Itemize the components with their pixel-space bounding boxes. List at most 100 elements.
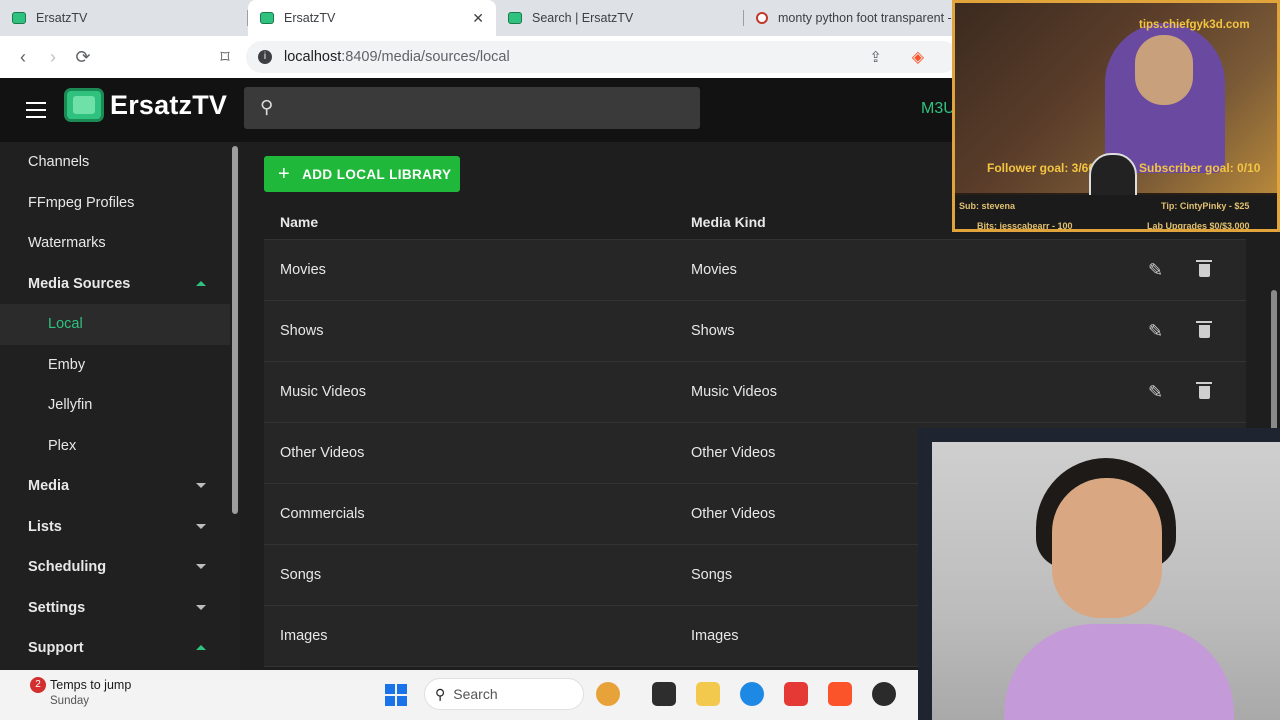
table-row[interactable]: Shows Shows ✎ bbox=[264, 301, 1246, 362]
ticker-bits: Bits: jesscabearr - 100 bbox=[977, 221, 1073, 231]
sidebar-item-emby[interactable]: Emby bbox=[0, 345, 240, 386]
windows-start-icon[interactable] bbox=[385, 684, 407, 706]
main-scrollbar[interactable] bbox=[1271, 290, 1277, 432]
site-info-icon[interactable]: i bbox=[258, 50, 272, 64]
streamer-head bbox=[1135, 35, 1193, 105]
sidebar-item-label: Plex bbox=[48, 437, 77, 454]
delete-icon[interactable] bbox=[1196, 260, 1212, 277]
taskbar-search-label: Search bbox=[453, 686, 498, 702]
tv-logo-icon bbox=[64, 88, 104, 122]
table-row[interactable]: Movies Movies ✎ bbox=[264, 240, 1246, 301]
sidebar-item-label: Emby bbox=[48, 356, 86, 373]
ersatztv-favicon-icon bbox=[508, 12, 522, 24]
ticker-tip: Tip: CintyPinky - $25 bbox=[1161, 201, 1250, 211]
weather-headline[interactable]: Temps to jump bbox=[50, 678, 131, 692]
row-name: Commercials bbox=[280, 506, 365, 522]
task-view-icon[interactable] bbox=[652, 682, 676, 706]
share-icon[interactable]: ⇪ bbox=[869, 48, 882, 66]
sidebar-item-label: Lists bbox=[28, 518, 62, 535]
forward-icon[interactable]: › bbox=[38, 47, 68, 68]
sidebar-item-ffmpeg-profiles[interactable]: FFmpeg Profiles bbox=[0, 183, 240, 224]
sidebar-item-watermarks[interactable]: Watermarks bbox=[0, 223, 240, 264]
ticker-lab: Lab Upgrades $0/$3,000 bbox=[1147, 221, 1250, 231]
subscriber-goal: Subscriber goal: 0/10 bbox=[1139, 161, 1261, 175]
chevron-down-icon bbox=[196, 523, 206, 529]
sidebar-item-label: Channels bbox=[28, 154, 90, 171]
search-favicon-icon bbox=[756, 12, 768, 24]
obs-studio-icon[interactable] bbox=[872, 682, 896, 706]
file-explorer-icon[interactable] bbox=[696, 682, 720, 706]
back-icon[interactable]: ‹ bbox=[8, 47, 38, 68]
address-bar[interactable]: i localhost:8409/media/sources/local ⇪ ◈ bbox=[246, 41, 958, 73]
sidebar-item-local[interactable]: Local bbox=[0, 304, 230, 345]
sidebar-item-label: Scheduling bbox=[28, 559, 107, 576]
delete-icon[interactable] bbox=[1196, 321, 1212, 338]
app-logo[interactable]: ErsatzTV bbox=[64, 88, 227, 122]
windows-taskbar: 2 Temps to jump Sunday ⚲ Search bbox=[0, 670, 918, 720]
sidebar-item-settings[interactable]: Settings bbox=[0, 588, 240, 629]
follower-goal: Follower goal: 3/60 bbox=[987, 161, 1096, 175]
column-header-name[interactable]: Name bbox=[264, 214, 691, 230]
sidebar-item-label: Settings bbox=[28, 599, 86, 616]
plus-icon: + bbox=[278, 162, 291, 185]
row-name: Music Videos bbox=[280, 384, 366, 400]
sidebar-item-scheduling[interactable]: Scheduling bbox=[0, 547, 240, 588]
sidebar-item-channels[interactable]: Channels bbox=[0, 142, 240, 183]
url-path: :8409/media/sources/local bbox=[341, 49, 510, 65]
chevron-down-icon bbox=[196, 564, 206, 569]
edit-icon[interactable]: ✎ bbox=[1148, 382, 1163, 403]
sidebar-item-label: Media bbox=[28, 478, 70, 495]
sidebar-item-label: FFmpeg Profiles bbox=[28, 194, 135, 211]
table-row[interactable]: Music Videos Music Videos ✎ bbox=[264, 362, 1246, 423]
notification-badge: 2 bbox=[30, 677, 46, 693]
sidebar-item-label: Support bbox=[28, 640, 84, 657]
search-icon: ⚲ bbox=[260, 97, 274, 117]
chevron-down-icon bbox=[196, 483, 206, 488]
sidebar-item-media-sources[interactable]: Media Sources bbox=[0, 264, 240, 305]
brave-browser-icon[interactable] bbox=[828, 682, 852, 706]
app-launcher-icon[interactable] bbox=[784, 682, 808, 706]
menu-icon[interactable] bbox=[26, 102, 46, 118]
edit-icon[interactable]: ✎ bbox=[1148, 260, 1163, 281]
widget-app-icon[interactable] bbox=[596, 682, 620, 706]
sidebar-scrollbar[interactable] bbox=[232, 146, 238, 514]
brave-shield-icon[interactable]: ◈ bbox=[912, 47, 924, 67]
sidebar-item-media[interactable]: Media bbox=[0, 466, 240, 507]
ticker-sub: Sub: stevena bbox=[959, 201, 1016, 211]
add-button-label: ADD LOCAL LIBRARY bbox=[302, 166, 452, 182]
m3u-link[interactable]: M3U bbox=[921, 100, 955, 118]
tips-url: tips.chiefgyk3d.com bbox=[1139, 19, 1250, 31]
taskbar-search[interactable]: ⚲ Search bbox=[424, 678, 584, 710]
reload-icon[interactable]: ⟳ bbox=[68, 47, 98, 68]
stream-ticker: Sub: stevena Tip: CintyPinky - $25 Bits:… bbox=[955, 195, 1277, 231]
chevron-up-icon bbox=[196, 645, 206, 650]
presenter-face bbox=[1052, 478, 1162, 618]
row-name: Shows bbox=[280, 323, 324, 339]
sidebar-item-plex[interactable]: Plex bbox=[0, 426, 240, 467]
bookmark-icon[interactable]: ⌑ bbox=[210, 47, 240, 68]
sidebar-item-jellyfin[interactable]: Jellyfin bbox=[0, 385, 240, 426]
sidebar-item-label: Local bbox=[48, 316, 83, 333]
sidebar-item-label: Watermarks bbox=[28, 235, 106, 252]
row-name: Other Videos bbox=[280, 445, 365, 461]
browser-tab-1[interactable]: ErsatzTV bbox=[0, 0, 248, 36]
search-input[interactable]: ⚲ bbox=[244, 87, 700, 129]
browser-tab-2[interactable]: ErsatzTV ✕ bbox=[248, 0, 496, 36]
search-icon: ⚲ bbox=[435, 685, 446, 702]
close-tab-icon[interactable]: ✕ bbox=[472, 10, 484, 27]
add-local-library-button[interactable]: + ADD LOCAL LIBRARY bbox=[264, 156, 460, 192]
ersatztv-favicon-icon bbox=[260, 12, 274, 24]
sidebar-item-lists[interactable]: Lists bbox=[0, 507, 240, 548]
edge-browser-icon[interactable] bbox=[740, 682, 764, 706]
chevron-up-icon bbox=[196, 280, 206, 286]
browser-tab-3[interactable]: Search | ErsatzTV bbox=[496, 0, 744, 36]
weather-day[interactable]: Sunday bbox=[50, 695, 89, 707]
tab-title: Search | ErsatzTV bbox=[532, 11, 634, 25]
sidebar-item-support[interactable]: Support bbox=[0, 628, 240, 669]
webcam-overlay bbox=[918, 428, 1280, 720]
sidebar-item-label: Jellyfin bbox=[48, 397, 93, 414]
stream-overlay: tips.chiefgyk3d.com Follower goal: 3/60 … bbox=[952, 0, 1280, 232]
tab-title: ErsatzTV bbox=[36, 11, 88, 25]
edit-icon[interactable]: ✎ bbox=[1148, 321, 1163, 342]
delete-icon[interactable] bbox=[1196, 382, 1212, 399]
